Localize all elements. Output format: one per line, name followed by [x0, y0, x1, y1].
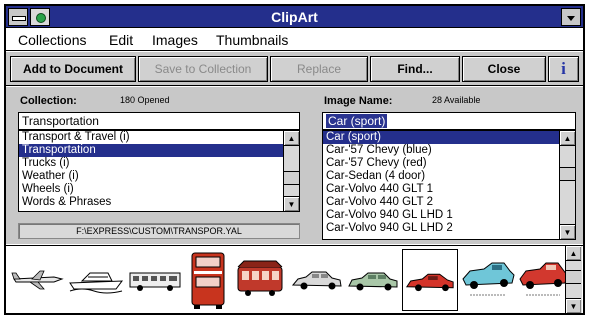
menu-images[interactable]: Images — [152, 32, 198, 48]
info-icon[interactable]: i — [548, 56, 579, 82]
thumbnail-strip: ▲ ▼ — [6, 245, 583, 313]
image-name-value: Car (sport) — [326, 114, 388, 128]
collection-list-item[interactable]: Words & Phrases — [19, 196, 283, 209]
image-list-item[interactable]: Car-Volvo 440 GLT 1 — [323, 183, 559, 196]
window-title: ClipArt — [271, 9, 318, 25]
image-name-label: Image Name: — [324, 95, 393, 107]
collection-list-item[interactable]: Transport & Travel (i) — [19, 131, 283, 144]
trolley-car-icon[interactable] — [234, 249, 286, 311]
title-bar[interactable]: ClipArt — [6, 6, 583, 28]
image-list-item[interactable]: Car-Sedan (4 door) — [323, 170, 559, 183]
collection-list-item[interactable]: Wheels (i) — [19, 183, 283, 196]
sport-car-icon[interactable] — [402, 249, 458, 311]
image-list-item[interactable]: Car-'57 Chevy (red) — [323, 157, 559, 170]
chevy-blue-icon[interactable] — [460, 249, 516, 311]
image-list-item[interactable]: Car-Volvo 440 GLT 2 — [323, 196, 559, 209]
image-list[interactable]: Car (sport) Car-'57 Chevy (blue) Car-'57 C… — [322, 130, 576, 240]
collection-list-item[interactable]: Weather (i) — [19, 170, 283, 183]
menu-bar: Collections Edit Images Thumbnails — [6, 29, 583, 51]
collection-path: F:\EXPRESS\CUSTOM\TRANSPOR.YAL — [18, 223, 300, 239]
image-scroll-thumb[interactable] — [560, 167, 575, 181]
collection-scroll-down-button[interactable]: ▼ — [284, 196, 299, 211]
thumbnail-scroll-down-button[interactable]: ▼ — [566, 298, 581, 313]
thumbnail-scrollbar[interactable]: ▲ ▼ — [565, 246, 582, 313]
image-scrollbar[interactable]: ▲ ▼ — [559, 131, 575, 239]
find-button[interactable]: Find... — [370, 56, 460, 82]
collection-list-item[interactable]: Transportation — [19, 144, 283, 157]
collection-scroll-up-button[interactable]: ▲ — [284, 131, 299, 146]
image-name-field[interactable]: Car (sport) — [322, 112, 576, 130]
collection-list[interactable]: Transport & Travel (i) Transportation Truc… — [18, 130, 300, 212]
bus-icon[interactable] — [128, 249, 184, 311]
close-button[interactable]: Close — [462, 56, 546, 82]
add-to-document-button[interactable]: Add to Document — [10, 56, 136, 82]
speedboat-icon[interactable] — [68, 249, 126, 311]
double-decker-bus-icon[interactable] — [188, 249, 228, 311]
jet-plane-icon[interactable] — [10, 249, 66, 311]
collection-count: 180 Opened — [120, 95, 170, 105]
menu-edit[interactable]: Edit — [109, 32, 133, 48]
thumbnail-scroll-thumb[interactable] — [566, 270, 581, 284]
image-list-item[interactable]: Car-Volvo 940 GL LHD 2 — [323, 222, 559, 235]
clipart-window: ClipArt Collections Edit Images Thumbnai… — [4, 4, 585, 315]
maximize-button[interactable] — [561, 8, 581, 26]
image-list-item[interactable]: Car-Volvo 940 GL LHD 1 — [323, 209, 559, 222]
image-scroll-up-button[interactable]: ▲ — [560, 131, 575, 146]
collection-label: Collection: — [20, 95, 77, 107]
image-scroll-down-button[interactable]: ▼ — [560, 224, 575, 239]
collection-field[interactable]: Transportation — [18, 112, 300, 130]
thumbnail-scroll-up-button[interactable]: ▲ — [566, 246, 581, 261]
image-count: 28 Available — [432, 95, 481, 105]
toolbar: Add to Document Save to Collection Repla… — [6, 52, 583, 86]
collection-scrollbar[interactable]: ▲ ▼ — [283, 131, 299, 211]
chevy-red-icon[interactable] — [518, 249, 568, 311]
selection-panel: Collection: 180 Opened Transportation Tr… — [6, 87, 583, 244]
image-list-item[interactable]: Car (sport) — [323, 131, 559, 144]
replace-button[interactable]: Replace — [270, 56, 368, 82]
save-to-collection-button[interactable]: Save to Collection — [138, 56, 268, 82]
image-list-item[interactable]: Car-'57 Chevy (blue) — [323, 144, 559, 157]
menu-collections[interactable]: Collections — [18, 32, 86, 48]
menu-thumbnails[interactable]: Thumbnails — [216, 32, 288, 48]
collection-scroll-thumb[interactable] — [284, 171, 299, 185]
sedan-car-icon[interactable] — [290, 249, 344, 311]
collection-list-item[interactable]: Trucks (i) — [19, 157, 283, 170]
green-car-icon[interactable] — [346, 249, 400, 311]
